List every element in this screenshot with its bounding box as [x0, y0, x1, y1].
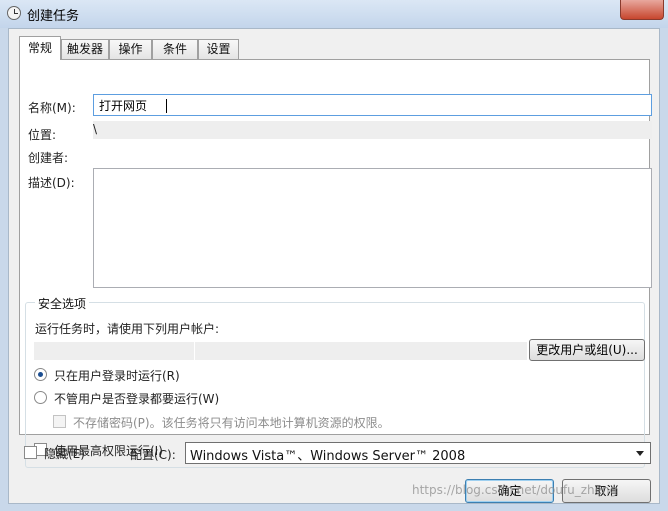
tab-conditions[interactable]: 条件: [152, 39, 198, 59]
location-value: \: [93, 122, 98, 136]
checkbox-do-not-store-password[interactable]: [53, 415, 66, 428]
general-tab-panel: 名称(M): 位置: \ 创建者: 描述(D): 安全选项 运行任务时，请使用下…: [19, 59, 652, 468]
configure-select[interactable]: Windows Vista™、Windows Server™ 2008: [185, 442, 651, 464]
location-field: \: [93, 121, 652, 139]
text-cursor: [166, 99, 167, 113]
run-as-user-left: [34, 342, 194, 360]
change-user-button[interactable]: 更改用户或组(U)...: [529, 339, 645, 361]
configure-select-value: Windows Vista™、Windows Server™ 2008: [190, 449, 466, 464]
run-as-label: 运行任务时，请使用下列用户帐户:: [35, 322, 220, 336]
title-bar: 创建任务: [0, 0, 668, 28]
description-label: 描述(D):: [28, 176, 75, 190]
run-as-user-field: [195, 342, 527, 360]
description-textarea[interactable]: [93, 168, 652, 288]
clock-icon: [7, 6, 21, 20]
author-label: 创建者:: [28, 151, 69, 165]
window-title: 创建任务: [27, 9, 80, 24]
dialog-content: 常规 触发器 操作 条件 设置 名称(M): 位置: \ 创建者: 描述(D):…: [8, 28, 660, 504]
name-input[interactable]: [93, 94, 652, 116]
ok-button[interactable]: 确定: [465, 479, 554, 503]
cancel-button[interactable]: 取消: [562, 479, 651, 503]
radio-run-whether-logged-label: 不管用户是否登录都要运行(W): [54, 392, 220, 406]
tab-triggers[interactable]: 触发器: [61, 39, 109, 59]
location-label: 位置:: [28, 128, 57, 142]
radio-run-logged-on[interactable]: [34, 368, 47, 381]
tab-settings[interactable]: 设置: [198, 39, 239, 59]
do-not-store-password-label: 不存储密码(P)。该任务将只有访问本地计算机资源的权限。: [73, 416, 390, 430]
radio-run-whether-logged[interactable]: [34, 391, 47, 404]
configure-label: 配置(C):: [130, 448, 176, 462]
chevron-down-icon: [636, 451, 644, 456]
name-label: 名称(M):: [28, 101, 76, 115]
radio-run-logged-on-label: 只在用户登录时运行(R): [54, 369, 180, 383]
checkbox-hidden[interactable]: [24, 446, 37, 459]
tab-general[interactable]: 常规: [19, 36, 61, 60]
close-button[interactable]: [620, 0, 664, 20]
tab-actions[interactable]: 操作: [109, 39, 152, 59]
hidden-label: 隐藏(E): [44, 447, 85, 461]
security-options-title: 安全选项: [35, 295, 90, 312]
